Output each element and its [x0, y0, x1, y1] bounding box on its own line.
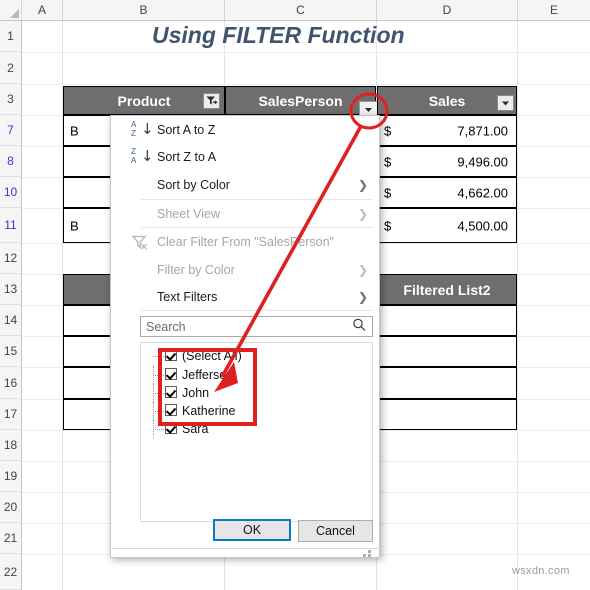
list-item [377, 399, 517, 430]
row-header[interactable]: 13 [0, 274, 21, 305]
product-filter-button[interactable] [203, 93, 220, 109]
annotation-highlight-box [158, 348, 257, 426]
cell-product: B [70, 123, 79, 138]
list-item [377, 305, 517, 336]
cell-sales: 9,496.00 [457, 154, 508, 169]
sort-descending-icon: Z A ↓ [131, 147, 154, 165]
filter-dropdown-menu[interactable]: A Z ↓ Sort A to Z Z A ↓ Sort Z to A Sort by … [110, 115, 380, 558]
column-header-salesperson: SalesPerson [225, 86, 376, 115]
column-header-strip: A B C D E [0, 0, 590, 21]
row-header-strip: 1 2 3 7 8 10 11 12 13 14 15 16 17 18 19 … [0, 21, 22, 590]
row-header[interactable]: 8 [0, 146, 21, 177]
column-header-a[interactable]: A [22, 0, 63, 20]
ok-button[interactable]: OK [213, 519, 291, 541]
filtered-list-header-right: Filtered List2 [377, 274, 517, 305]
menu-item-sort-by-color[interactable]: Sort by Color ❯ [112, 174, 378, 196]
menu-item-label: Clear Filter From "SalesPerson" [157, 235, 334, 249]
row-header[interactable]: 21 [0, 523, 21, 554]
column-header-c[interactable]: C [225, 0, 377, 20]
menu-item-label: Filter by Color [157, 263, 235, 277]
column-header-sales: Sales [377, 86, 517, 115]
menu-separator [112, 548, 380, 549]
menu-item-filter-by-color[interactable]: Filter by Color ❯ [112, 259, 378, 281]
menu-item-sort-a-to-z[interactable]: A Z ↓ Sort A to Z [112, 119, 378, 141]
cell-currency: $ [384, 154, 392, 169]
gridline [22, 84, 590, 85]
menu-separator [141, 310, 373, 311]
header-label-salesperson: SalesPerson [258, 92, 343, 109]
column-header-b[interactable]: B [63, 0, 225, 20]
chevron-right-icon: ❯ [357, 290, 368, 304]
sales-filter-button[interactable] [497, 95, 514, 111]
row-header[interactable]: 15 [0, 336, 21, 367]
row-header[interactable]: 3 [0, 84, 21, 115]
row-header[interactable]: 12 [0, 243, 21, 274]
menu-item-label: Text Filters [157, 290, 218, 304]
list-item [377, 336, 517, 367]
chevron-right-icon: ❯ [357, 207, 368, 221]
table-row: $ 4,500.00 [377, 208, 517, 243]
menu-item-label: Sheet View [157, 207, 221, 221]
resize-grip[interactable] [363, 550, 375, 560]
row-header[interactable]: 14 [0, 305, 21, 336]
row-header[interactable]: 18 [0, 430, 21, 461]
cell-sales: 4,500.00 [457, 218, 508, 233]
search-icon [352, 317, 366, 336]
cell-currency: $ [384, 123, 392, 138]
row-header[interactable]: 7 [0, 115, 21, 146]
cell-sales: 7,871.00 [457, 123, 508, 138]
column-header-product: Product [63, 86, 225, 115]
cell-sales: 4,662.00 [457, 185, 508, 200]
header-label-sales: Sales [428, 92, 466, 109]
funnel-filter-applied-icon [206, 96, 218, 105]
select-all-corner[interactable] [0, 0, 22, 20]
column-header-e[interactable]: E [518, 0, 590, 20]
gridline [22, 52, 590, 53]
menu-item-label: Sort Z to A [157, 150, 217, 164]
menu-separator [141, 199, 373, 200]
column-header-d[interactable]: D [377, 0, 518, 20]
menu-item-sort-z-to-a[interactable]: Z A ↓ Sort Z to A [112, 146, 378, 168]
chevron-down-icon [502, 101, 509, 106]
cell-product: B [70, 218, 79, 233]
menu-item-text-filters[interactable]: Text Filters ❯ [112, 286, 378, 308]
menu-item-label: Sort A to Z [157, 123, 216, 137]
row-header[interactable]: 22 [0, 554, 21, 590]
cancel-button[interactable]: Cancel [298, 520, 373, 542]
chevron-right-icon: ❯ [357, 263, 368, 277]
chevron-right-icon: ❯ [357, 178, 368, 192]
row-header[interactable]: 10 [0, 177, 21, 208]
page-title: Using FILTER Function [152, 22, 405, 48]
row-header[interactable]: 1 [0, 21, 21, 52]
menu-item-label: Sort by Color [157, 178, 230, 192]
header-label-product: Product [117, 92, 171, 109]
table-row: $ 9,496.00 [377, 146, 517, 177]
row-header[interactable]: 19 [0, 461, 21, 492]
filtered-list-label-right: Filtered List2 [403, 281, 491, 298]
list-item [377, 367, 517, 399]
search-placeholder: Search [146, 319, 186, 334]
menu-separator [141, 227, 373, 228]
menu-item-clear-filter[interactable]: Clear Filter From "SalesPerson" [112, 231, 378, 253]
tree-connector [153, 429, 164, 430]
row-header[interactable]: 11 [0, 208, 21, 243]
row-header[interactable]: 17 [0, 399, 21, 430]
row-header[interactable]: 20 [0, 492, 21, 523]
menu-item-sheet-view[interactable]: Sheet View ❯ [112, 203, 378, 225]
sort-ascending-icon: A Z ↓ [131, 120, 154, 138]
search-input[interactable]: Search [140, 316, 373, 337]
watermark: wsxdn.com [512, 565, 570, 577]
cell-currency: $ [384, 185, 392, 200]
table-row: $ 4,662.00 [377, 177, 517, 208]
row-header[interactable]: 16 [0, 367, 21, 399]
row-header[interactable]: 2 [0, 52, 21, 84]
clear-filter-icon [131, 234, 151, 254]
table-row: $ 7,871.00 [377, 115, 517, 146]
cell-currency: $ [384, 218, 392, 233]
